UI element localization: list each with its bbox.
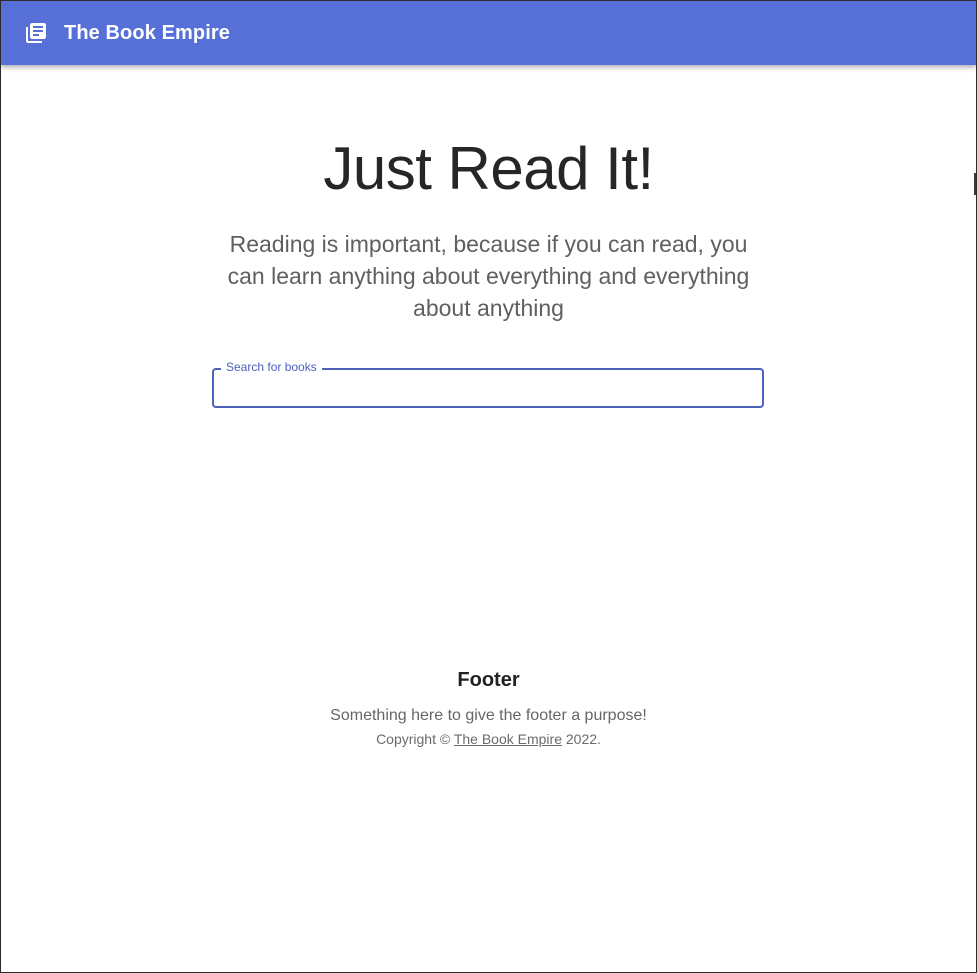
footer-text: Something here to give the footer a purp… <box>330 707 647 724</box>
window-edge-mark <box>974 173 976 195</box>
copyright-prefix: Copyright © <box>376 731 454 747</box>
app-bar: The Book Empire <box>1 1 976 65</box>
library-books-icon <box>24 21 48 45</box>
page-frame: The Book Empire Just Read It! Reading is… <box>0 0 977 973</box>
copyright-suffix: 2022. <box>562 731 601 747</box>
app-title[interactable]: The Book Empire <box>64 22 230 45</box>
hero-subtitle: Reading is important, because if you can… <box>227 231 750 321</box>
hero-section: Just Read It! Reading is important, beca… <box>1 65 976 324</box>
page-title: Just Read It! <box>323 135 654 202</box>
footer-heading: Footer <box>457 669 520 691</box>
footer-brand-link[interactable]: The Book Empire <box>454 731 562 747</box>
search-field[interactable]: Search for books <box>212 360 774 408</box>
search-input[interactable] <box>214 370 774 404</box>
footer-copyright: Copyright © The Book Empire 2022. <box>1 729 976 749</box>
footer: Footer Something here to give the footer… <box>1 667 976 749</box>
